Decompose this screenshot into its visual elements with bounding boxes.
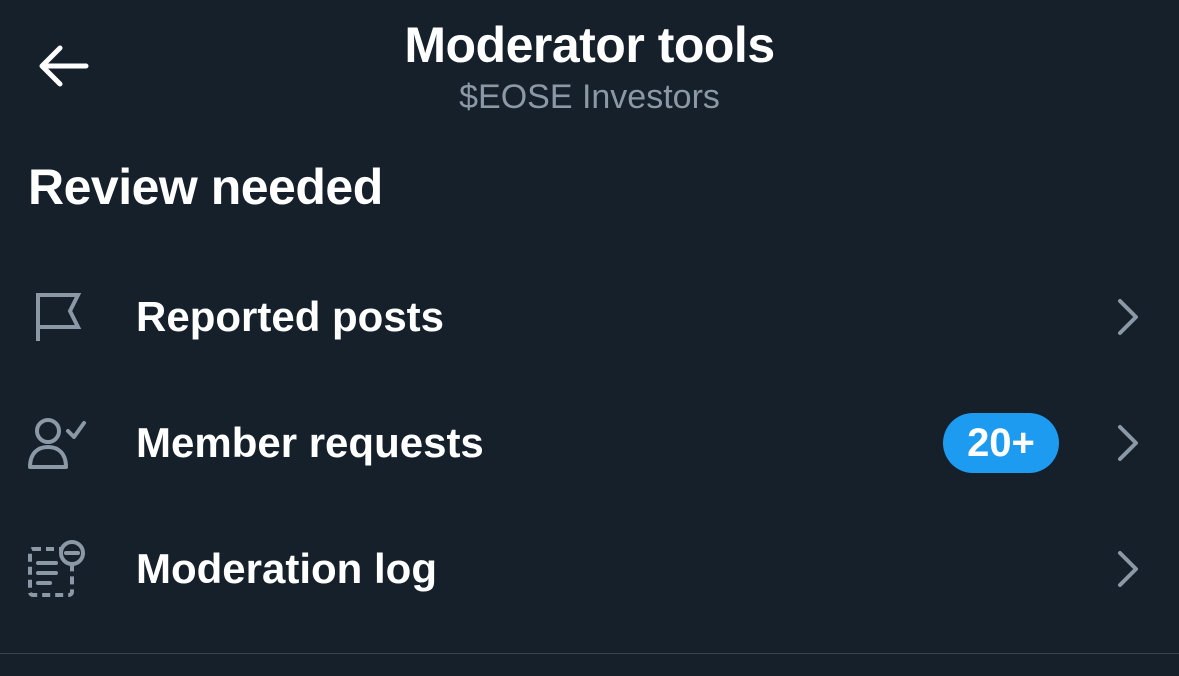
reported-posts-label: Reported posts [136,293,445,340]
log-remove-icon [24,539,88,599]
member-requests-count-badge: 20+ [943,413,1059,473]
header: Moderator tools $EOSE Investors [0,0,1179,140]
moderation-log-label: Moderation log [136,545,437,592]
arrow-left-icon [39,45,89,87]
community-name: $EOSE Investors [459,78,720,116]
reported-posts-item[interactable]: Reported posts [0,254,1179,380]
divider [0,653,1179,654]
chevron-right-icon [1118,299,1138,335]
back-button[interactable] [22,30,102,102]
header-titles: Moderator tools $EOSE Investors [200,14,979,118]
page-title: Moderator tools [404,17,775,73]
member-requests-item[interactable]: Member requests 20+ [0,380,1179,506]
person-check-icon [24,413,88,473]
member-requests-label: Member requests [136,419,484,466]
chevron-right-icon [1118,551,1138,587]
section-title: Review needed [28,159,383,215]
flag-icon [24,287,88,347]
chevron-right-icon [1118,425,1138,461]
moderation-log-item[interactable]: Moderation log [0,506,1179,632]
